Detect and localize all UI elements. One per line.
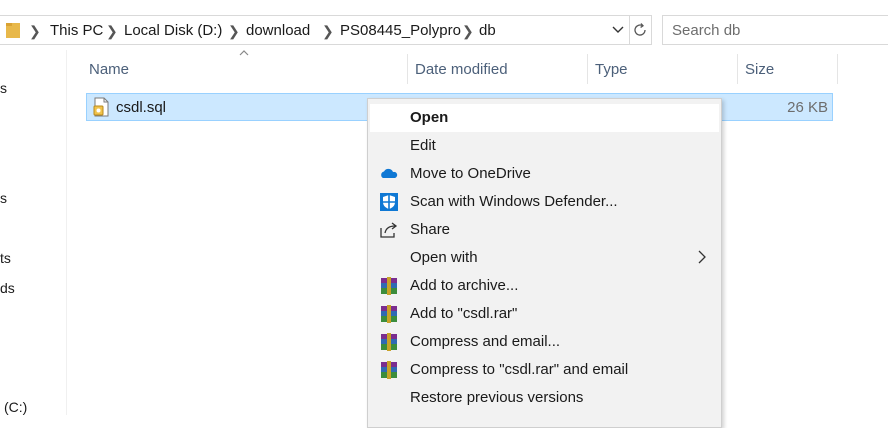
navigation-pane[interactable]: s s ts ds (C:) [0,50,67,415]
menu-item-label: Share [410,221,451,238]
defender-icon [380,193,398,211]
search-placeholder: Search db [672,22,741,39]
column-header-size[interactable]: Size [745,61,774,78]
nav-item[interactable]: ts [0,250,11,266]
menu-item-open[interactable]: Open [370,104,719,132]
menu-item-label: Edit [410,137,436,154]
winrar-icon [381,361,397,379]
onedrive-icon [381,168,398,178]
menu-item-label: Open with [410,249,478,266]
breadcrumb-project-folder[interactable]: PS08445_Polypro [340,22,461,39]
share-icon [380,222,398,238]
menu-item-move-to-onedrive[interactable]: Move to OneDrive [370,160,719,188]
nav-item[interactable]: s [0,190,7,206]
file-name: csdl.sql [116,99,167,116]
column-header-date-modified[interactable]: Date modified [415,61,508,78]
menu-item-label: Compress and email... [410,333,561,350]
search-input[interactable]: Search db [662,15,888,45]
menu-item-label: Add to archive... [410,277,519,294]
sort-ascending-icon [239,50,249,56]
chevron-right-icon[interactable]: ❯ [322,23,334,40]
breadcrumb-download[interactable]: download [246,22,310,39]
address-bar[interactable]: ❯ This PC ❯ Local Disk (D:) ❯ download ❯… [0,15,630,45]
refresh-icon [634,23,646,36]
sql-file-icon [93,97,109,117]
nav-item[interactable]: ds [0,280,15,296]
column-divider[interactable] [837,54,838,84]
column-divider[interactable] [587,54,588,84]
breadcrumb-this-pc[interactable]: This PC [50,22,103,39]
menu-item-label: Restore previous versions [410,389,584,406]
menu-item-edit[interactable]: Edit [370,132,719,160]
menu-item-label: Compress to "csdl.rar" and email [410,361,629,378]
breadcrumb-db[interactable]: db [479,22,496,39]
menu-item-open-with[interactable]: Open with [370,244,719,272]
menu-item-label: Scan with Windows Defender... [410,193,618,210]
column-divider[interactable] [407,54,408,84]
chevron-right-icon[interactable]: ❯ [228,23,240,40]
menu-item-share[interactable]: Share [370,216,719,244]
menu-item-scan-defender[interactable]: Scan with Windows Defender... [370,188,719,216]
nav-item[interactable]: s [0,80,7,96]
column-divider[interactable] [737,54,738,84]
refresh-button[interactable] [630,15,652,45]
chevron-right-icon [698,250,706,264]
file-size: 26 KB [787,99,828,116]
winrar-icon [381,277,397,295]
breadcrumb-local-disk[interactable]: Local Disk (D:) [124,22,222,39]
menu-item-label: Open [410,109,449,126]
column-header-name[interactable]: Name [89,61,129,78]
folder-icon [6,23,20,38]
winrar-icon [381,305,397,323]
menu-item-add-to-archive[interactable]: Add to archive... [370,272,719,300]
column-header-type[interactable]: Type [595,61,628,78]
menu-item-label: Add to "csdl.rar" [410,305,518,322]
nav-item-c-drive[interactable]: (C:) [4,399,27,415]
context-menu[interactable]: Open Edit Move to OneDrive Scan with Win… [367,98,722,428]
menu-item-add-to-rar[interactable]: Add to "csdl.rar" [370,300,719,328]
chevron-right-icon[interactable]: ❯ [29,23,41,40]
chevron-right-icon[interactable]: ❯ [462,23,474,40]
menu-item-compress-to-rar-and-email[interactable]: Compress to "csdl.rar" and email [370,356,719,384]
winrar-icon [381,333,397,351]
menu-item-restore-previous-versions[interactable]: Restore previous versions [370,384,719,412]
menu-item-label: Move to OneDrive [410,165,531,182]
chevron-right-icon[interactable]: ❯ [106,23,118,40]
chevron-down-icon[interactable] [612,26,624,34]
menu-item-compress-and-email[interactable]: Compress and email... [370,328,719,356]
